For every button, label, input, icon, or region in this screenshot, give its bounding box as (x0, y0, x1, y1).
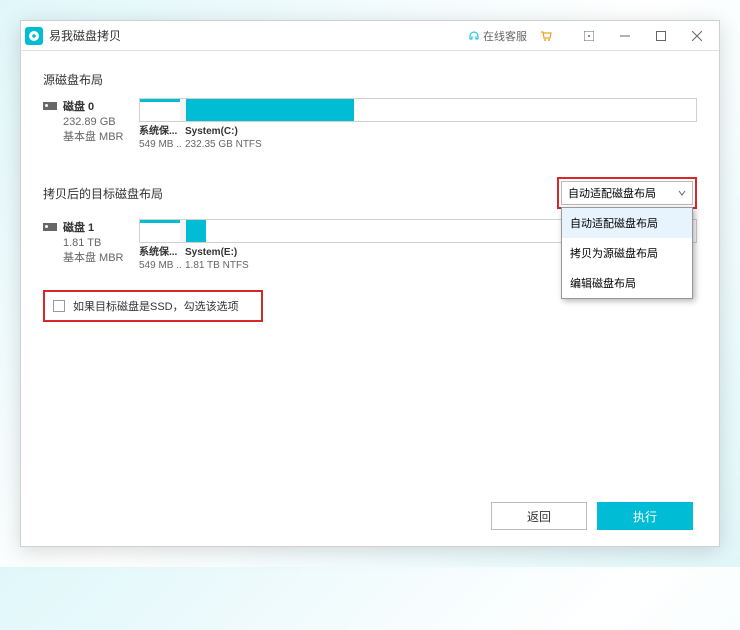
partition-system[interactable] (186, 99, 354, 121)
support-link[interactable]: 在线客服 (468, 28, 527, 44)
app-title: 易我磁盘拷贝 (49, 27, 121, 44)
disk-icon (43, 102, 57, 110)
app-icon (25, 27, 43, 45)
headset-icon (468, 30, 480, 42)
ssd-checkbox-label: 如果目标磁盘是SSD，勾选该选项 (73, 298, 239, 314)
menu-item-source[interactable]: 拷贝为源磁盘布局 (562, 238, 692, 268)
target-section-label: 拷贝后的目标磁盘布局 (43, 185, 163, 202)
partition-system[interactable] (186, 220, 206, 242)
menu-item-auto[interactable]: 自动适配磁盘布局 (562, 208, 692, 238)
execute-button[interactable]: 执行 (597, 502, 693, 530)
source-disk-info: 磁盘 0 232.89 GB 基本盘 MBR (43, 98, 139, 144)
layout-dropdown-menu: 自动适配磁盘布局 拷贝为源磁盘布局 编辑磁盘布局 (561, 207, 693, 299)
titlebar: 易我磁盘拷贝 在线客服 (21, 21, 719, 51)
content-area: 源磁盘布局 磁盘 0 232.89 GB 基本盘 MBR 系统保...549 M… (21, 51, 719, 546)
chevron-down-icon (678, 189, 686, 197)
maximize-button[interactable] (643, 23, 679, 49)
ssd-option-highlight: 如果目标磁盘是SSD，勾选该选项 (43, 290, 263, 322)
settings-button[interactable] (571, 23, 607, 49)
back-button[interactable]: 返回 (491, 502, 587, 530)
partition-free (354, 99, 696, 121)
close-button[interactable] (679, 23, 715, 49)
menu-item-edit[interactable]: 编辑磁盘布局 (562, 268, 692, 298)
source-section-label: 源磁盘布局 (43, 71, 697, 88)
partition-reserved[interactable] (140, 99, 180, 121)
target-disk-info: 磁盘 1 1.81 TB 基本盘 MBR (43, 219, 139, 265)
cart-icon[interactable] (539, 29, 553, 43)
footer: 返回 执行 (43, 502, 697, 530)
partition-reserved[interactable] (140, 220, 180, 242)
disk-icon (43, 223, 57, 231)
ssd-checkbox[interactable] (53, 300, 65, 312)
layout-dropdown-highlight: 自动适配磁盘布局 自动适配磁盘布局 拷贝为源磁盘布局 编辑磁盘布局 (557, 177, 697, 209)
app-window: 易我磁盘拷贝 在线客服 源磁盘布局 磁盘 0 232.89 GB 基本盘 MBR (20, 20, 720, 547)
source-disk-row: 磁盘 0 232.89 GB 基本盘 MBR 系统保...549 MB .. S… (43, 98, 697, 151)
source-layout: 系统保...549 MB .. System(C:)232.35 GB NTFS (139, 98, 697, 151)
minimize-button[interactable] (607, 23, 643, 49)
layout-dropdown[interactable]: 自动适配磁盘布局 (561, 181, 693, 205)
